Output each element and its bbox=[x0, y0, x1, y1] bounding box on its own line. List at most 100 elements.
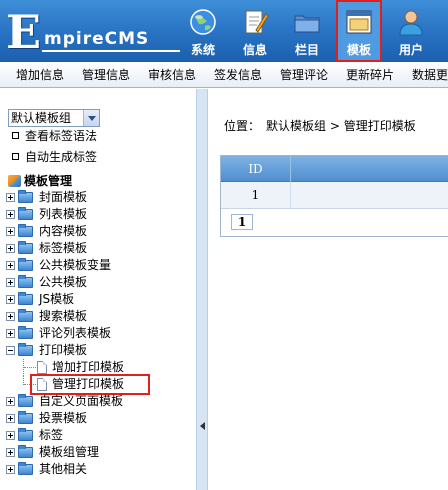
folder-open-icon bbox=[18, 343, 33, 356]
template-group-select[interactable]: 默认模板组 bbox=[8, 109, 100, 127]
tree-node[interactable]: 封面模板 bbox=[6, 189, 196, 206]
subnav-sign-info[interactable]: 签发信息 bbox=[214, 68, 262, 82]
logo-text: mpireCMS bbox=[44, 29, 150, 49]
subnav-manage-comments[interactable]: 管理评论 bbox=[280, 68, 328, 82]
tree-node-label: 投票模板 bbox=[39, 411, 88, 425]
logo-initial: E bbox=[6, 5, 42, 59]
folder-icon bbox=[18, 445, 33, 458]
folder-icon bbox=[18, 462, 33, 475]
tree-node[interactable]: 公共模板 bbox=[6, 274, 196, 291]
folder-icon bbox=[18, 309, 33, 322]
topnav-label: 系统 bbox=[190, 43, 215, 57]
tree-node[interactable]: 模板组管理 bbox=[6, 444, 196, 461]
globe-icon bbox=[190, 9, 216, 35]
folder-icon bbox=[18, 258, 33, 271]
tree-node[interactable]: 投票模板 bbox=[6, 410, 196, 427]
chevron-down-icon[interactable] bbox=[83, 110, 99, 126]
collapse-icon[interactable] bbox=[6, 346, 15, 355]
tree-node-label: 封面模板 bbox=[39, 190, 88, 204]
tree-node[interactable]: 标签模板 bbox=[6, 240, 196, 257]
tree-node[interactable]: 其他相关 bbox=[6, 461, 196, 478]
column-header-id: ID bbox=[221, 156, 291, 182]
tree-node-label: 内容模板 bbox=[39, 224, 88, 238]
tree-node[interactable]: 搜索模板 bbox=[6, 308, 196, 325]
expand-icon[interactable] bbox=[6, 278, 15, 287]
folder-icon bbox=[18, 275, 33, 288]
empirecms-logo: E mpireCMS bbox=[6, 5, 180, 59]
tree-node[interactable]: JS模板 bbox=[6, 291, 196, 308]
expand-icon[interactable] bbox=[6, 431, 15, 440]
tree-node-label: 公共模板 bbox=[39, 275, 88, 289]
folder-icon bbox=[18, 411, 33, 424]
tree-node-label: 打印模板 bbox=[39, 343, 88, 357]
expand-icon[interactable] bbox=[6, 312, 15, 321]
tree-node[interactable]: 公共模板变量 bbox=[6, 257, 196, 274]
table-header: ID bbox=[221, 156, 448, 182]
link-view-tag-syntax[interactable]: 查看标签语法 bbox=[12, 129, 97, 143]
topnav-column[interactable]: 栏目 bbox=[284, 0, 330, 62]
pagination: 1 bbox=[221, 208, 448, 236]
topnav-template[interactable]: 模板 bbox=[336, 0, 382, 62]
template-manage-icon bbox=[8, 175, 21, 187]
user-icon bbox=[399, 10, 423, 36]
expand-icon[interactable] bbox=[6, 227, 15, 236]
expand-icon[interactable] bbox=[6, 329, 15, 338]
tree-node[interactable]: 内容模板 bbox=[6, 223, 196, 240]
topnav-info[interactable]: 信息 bbox=[232, 0, 278, 62]
folder-icon bbox=[18, 394, 33, 407]
panel-splitter[interactable] bbox=[196, 89, 208, 490]
folder-icon bbox=[294, 15, 320, 33]
expand-icon[interactable] bbox=[6, 244, 15, 253]
expand-icon[interactable] bbox=[6, 210, 15, 219]
print-template-table: ID 1 1 bbox=[220, 155, 448, 237]
expand-icon[interactable] bbox=[6, 414, 15, 423]
link-label: 查看标签语法 bbox=[25, 129, 98, 143]
subnav-add-info[interactable]: 增加信息 bbox=[16, 68, 64, 82]
tree-node[interactable]: 列表模板 bbox=[6, 206, 196, 223]
folder-icon bbox=[18, 326, 33, 339]
app-header: E mpireCMS 系统 信息 栏目 模板 用户 bbox=[0, 0, 448, 62]
tree-node[interactable]: 评论列表模板 bbox=[6, 325, 196, 342]
table-row[interactable]: 1 bbox=[221, 182, 448, 208]
expand-icon[interactable] bbox=[6, 397, 15, 406]
page-icon bbox=[37, 361, 47, 374]
tree-node-label: 标签模板 bbox=[39, 241, 88, 255]
tree-node[interactable]: 自定义页面模板 bbox=[6, 393, 196, 410]
expand-icon[interactable] bbox=[6, 193, 15, 202]
folder-icon bbox=[18, 207, 33, 220]
edit-document-icon bbox=[245, 10, 269, 34]
tree-root: 模板管理 bbox=[8, 174, 72, 188]
subnav-update-fragments[interactable]: 更新碎片 bbox=[346, 68, 394, 82]
sub-nav: 增加信息 管理信息 审核信息 签发信息 管理评论 更新碎片 数据更新 bbox=[0, 62, 448, 88]
link-label: 自动生成标签 bbox=[25, 150, 98, 164]
collapse-left-arrow-icon[interactable] bbox=[200, 422, 205, 430]
cell-id: 1 bbox=[221, 182, 291, 208]
expand-icon[interactable] bbox=[6, 261, 15, 270]
tree-node-label: 其他相关 bbox=[39, 462, 88, 476]
bullet-icon bbox=[12, 153, 19, 160]
topnav-system[interactable]: 系统 bbox=[180, 0, 226, 62]
expand-icon[interactable] bbox=[6, 448, 15, 457]
tree-node-label: 自定义页面模板 bbox=[39, 394, 124, 408]
expand-icon[interactable] bbox=[6, 295, 15, 304]
breadcrumb: 位置： 默认模板组 > 管理打印模板 bbox=[224, 119, 416, 133]
folder-icon bbox=[18, 428, 33, 441]
subnav-data-update[interactable]: 数据更新 bbox=[412, 68, 448, 82]
bullet-icon bbox=[12, 132, 19, 139]
link-auto-generate-tags[interactable]: 自动生成标签 bbox=[12, 150, 97, 164]
tree-leaf-manage-print-template[interactable]: 管理打印模板 bbox=[6, 374, 196, 395]
tree-node[interactable]: 标签 bbox=[6, 427, 196, 444]
topnav-label: 信息 bbox=[242, 43, 267, 57]
tree-node-print-templates[interactable]: 打印模板 bbox=[6, 342, 196, 359]
folder-icon bbox=[18, 292, 33, 305]
expand-icon[interactable] bbox=[6, 465, 15, 474]
breadcrumb-path[interactable]: 默认模板组 > 管理打印模板 bbox=[266, 119, 416, 133]
subnav-manage-info[interactable]: 管理信息 bbox=[82, 68, 130, 82]
tree-node-label: 评论列表模板 bbox=[39, 326, 112, 340]
topnav-user[interactable]: 用户 bbox=[388, 0, 434, 62]
page-number-button[interactable]: 1 bbox=[231, 214, 253, 230]
subnav-review-info[interactable]: 审核信息 bbox=[148, 68, 196, 82]
topnav-label: 模板 bbox=[346, 43, 371, 57]
logo-underline bbox=[42, 50, 180, 52]
topnav-label: 用户 bbox=[398, 43, 423, 57]
